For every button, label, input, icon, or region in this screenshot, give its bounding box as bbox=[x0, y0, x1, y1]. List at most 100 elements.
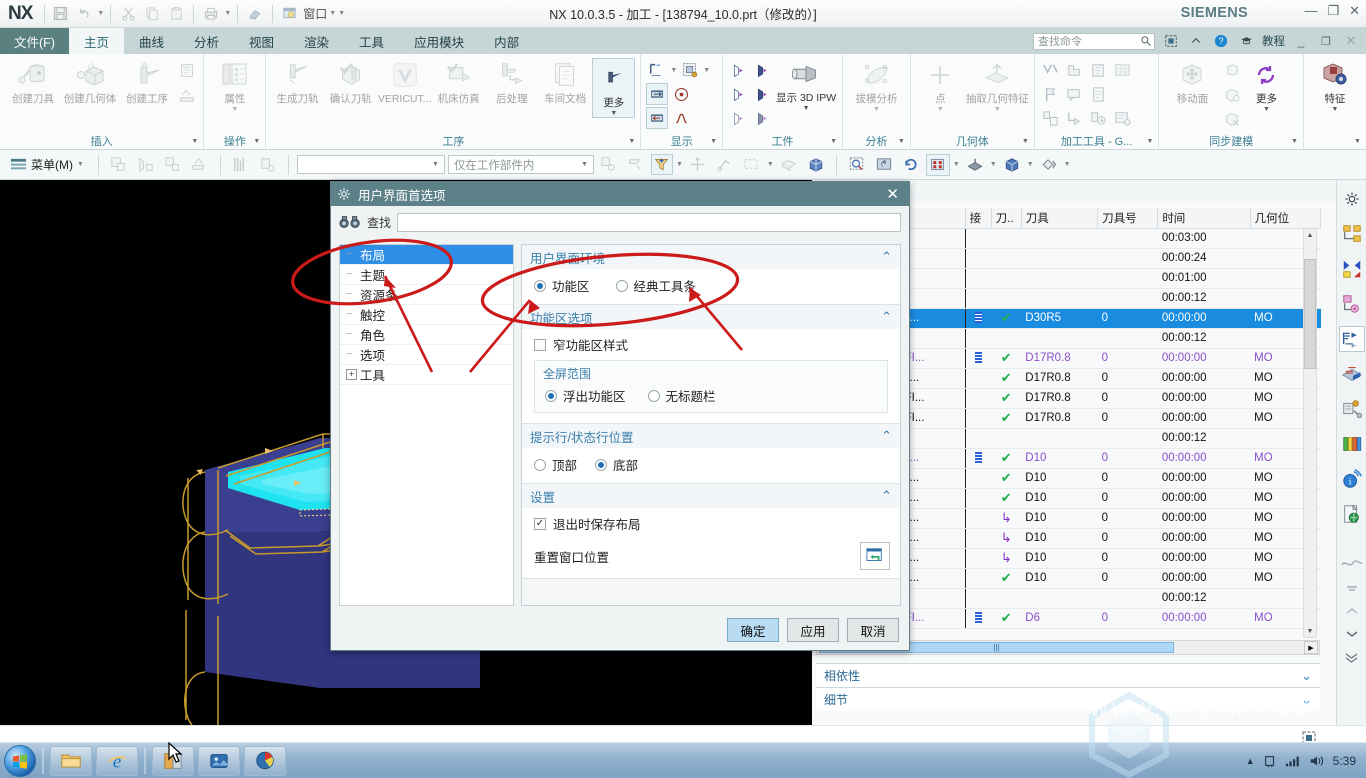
chevron-down-icon[interactable]: ▼ bbox=[994, 106, 1001, 113]
tab-internal[interactable]: 内部 bbox=[479, 28, 534, 54]
taskbar-clock[interactable]: 5:39 bbox=[1333, 754, 1356, 768]
reuse-library-icon[interactable] bbox=[1339, 361, 1365, 387]
window-controls[interactable]: — ❐ ✕ bbox=[1304, 4, 1360, 17]
display-ipw-dropdown-icon[interactable]: ▼ bbox=[703, 67, 710, 74]
check-geometry-icon[interactable] bbox=[1040, 59, 1062, 81]
restore-button[interactable]: ❐ bbox=[1327, 4, 1339, 17]
ribbon-button-feature[interactable]: 特征 ▼ bbox=[1309, 58, 1361, 113]
radio-top[interactable]: 顶部 bbox=[534, 455, 577, 474]
undo-icon[interactable] bbox=[73, 3, 95, 25]
create-tool-group-icon[interactable] bbox=[134, 154, 158, 176]
col-transfer[interactable]: 接 bbox=[964, 208, 992, 229]
chevron-down-icon[interactable]: ▼ bbox=[937, 106, 944, 113]
create-method-group-icon[interactable] bbox=[188, 154, 212, 176]
zoom-fit-icon[interactable] bbox=[845, 154, 869, 176]
orientation-dropdown-icon[interactable]: ▼ bbox=[1027, 161, 1034, 168]
show-hidden-icon[interactable]: ▲ bbox=[1246, 756, 1255, 766]
ribbon-button-point[interactable]: 点 ▼ bbox=[916, 58, 965, 113]
tree-item-1[interactable]: ┄ 布局 bbox=[340, 245, 513, 265]
scope-filter-combo[interactable]: 仅在工作部件内 ▼ bbox=[447, 155, 594, 174]
chevron-down-icon[interactable]: ▼ bbox=[1332, 106, 1339, 113]
select-feature-icon[interactable] bbox=[597, 154, 621, 176]
display-dropdown-icon[interactable]: ▼ bbox=[670, 67, 677, 74]
expand-icon[interactable]: + bbox=[346, 369, 357, 380]
tool-settings-icon[interactable] bbox=[1112, 107, 1134, 129]
ribbon-button-create-geometry[interactable]: 创建几何体 bbox=[62, 58, 118, 106]
tree-item-4[interactable]: ┄ 触控 bbox=[340, 305, 513, 325]
group-expander-icon[interactable]: ▼ bbox=[628, 138, 635, 145]
cut-face-icon[interactable] bbox=[1221, 84, 1243, 106]
col-toolpath[interactable]: 刀.. bbox=[990, 208, 1022, 229]
operation-navigator-icon[interactable] bbox=[1338, 326, 1365, 352]
system-materials-icon[interactable] bbox=[1339, 431, 1365, 457]
shaded-body-icon[interactable] bbox=[804, 154, 828, 176]
ribbon-button-machine-sim[interactable]: 机床仿真 bbox=[433, 58, 485, 106]
minimize-button[interactable]: — bbox=[1304, 4, 1317, 17]
chevron-up-icon[interactable]: ⌃ bbox=[881, 309, 892, 325]
create-program-group-icon[interactable] bbox=[107, 154, 131, 176]
tree-item-7[interactable]: + 工具 bbox=[340, 365, 513, 385]
close-icon[interactable]: ✕ bbox=[882, 187, 903, 202]
taskbar-item-explorer[interactable] bbox=[50, 745, 92, 776]
ribbon-button-generate-toolpath[interactable]: 生成刀轨 bbox=[271, 58, 323, 106]
blank-geometry-icon[interactable] bbox=[1088, 59, 1110, 81]
part-geometry-icon[interactable] bbox=[1064, 59, 1086, 81]
visualization-dropdown-icon[interactable]: ▼ bbox=[1064, 161, 1071, 168]
dependencies-section[interactable]: 相依性 ⌄ bbox=[816, 663, 1320, 687]
machine-tool-view-icon[interactable] bbox=[256, 154, 280, 176]
select-mode-dropdown-icon[interactable]: ▼ bbox=[767, 161, 774, 168]
create-program-icon[interactable] bbox=[176, 60, 198, 82]
col-tool[interactable]: 刀具 bbox=[1020, 208, 1099, 229]
visualization-icon[interactable] bbox=[1037, 154, 1061, 176]
ribbon-button-more-operations[interactable]: 更多 ▼ bbox=[592, 58, 636, 118]
group-expander-icon[interactable]: ▼ bbox=[710, 138, 717, 145]
fit-view-icon[interactable] bbox=[925, 153, 950, 176]
selection-filter-icon[interactable] bbox=[650, 154, 673, 175]
snap-point-icon[interactable] bbox=[713, 154, 737, 176]
checkbox-narrow-ribbon[interactable]: 窄功能区样式 bbox=[522, 329, 900, 358]
tab-view[interactable]: 视图 bbox=[234, 28, 289, 54]
delete-face-icon[interactable] bbox=[1221, 108, 1243, 130]
chevron-up-icon[interactable]: ⌃ bbox=[881, 428, 892, 444]
web-browser-icon[interactable]: i bbox=[1339, 466, 1365, 492]
tree-item-5[interactable]: ┄ 角色 bbox=[340, 325, 513, 345]
create-method-icon[interactable] bbox=[176, 84, 198, 106]
scroll-down-icon[interactable]: ▼ bbox=[1304, 625, 1316, 637]
chevron-down-icon[interactable]: ⌄ bbox=[1301, 692, 1312, 708]
chevron-down-icon[interactable]: ▼ bbox=[803, 105, 810, 112]
tab-render[interactable]: 渲染 bbox=[289, 28, 344, 54]
show-thin-ipw2-icon[interactable] bbox=[728, 83, 750, 105]
section-header[interactable]: 提示行/状态行位置 ⌃ bbox=[522, 424, 900, 448]
group-expander-icon[interactable]: ▼ bbox=[898, 138, 905, 145]
tutorial-label[interactable]: 教程 bbox=[1262, 33, 1285, 49]
ribbon-button-create-tool[interactable]: 创建刀具 bbox=[5, 58, 61, 106]
eraser-icon[interactable] bbox=[244, 3, 266, 25]
reverse-toolpath-icon[interactable] bbox=[646, 107, 669, 129]
replay-toolpath-icon[interactable] bbox=[646, 83, 669, 105]
history-icon[interactable] bbox=[1339, 501, 1365, 527]
col-geometry[interactable]: 几何位 bbox=[1249, 208, 1322, 229]
document-icon[interactable] bbox=[1088, 83, 1110, 105]
network-icon[interactable] bbox=[1263, 754, 1277, 768]
chevron-down-icon[interactable]: ▼ bbox=[578, 161, 591, 168]
undo-dropdown-icon[interactable]: ▼ bbox=[97, 10, 104, 17]
show-thin-ipw3-icon[interactable] bbox=[728, 107, 750, 129]
pan-icon[interactable] bbox=[872, 154, 896, 176]
create-geometry-group-icon[interactable] bbox=[161, 154, 185, 176]
rail-down-icon[interactable] bbox=[1339, 627, 1365, 641]
full-screen-icon[interactable] bbox=[1162, 32, 1180, 50]
group-expander-icon[interactable]: ▼ bbox=[191, 138, 198, 145]
doc-restore-button[interactable]: ❐ bbox=[1317, 32, 1335, 50]
print-dropdown-icon[interactable]: ▼ bbox=[224, 10, 231, 17]
quick-access-toolbar[interactable]: ▼ ▼ 窗口 ▼ ▼ bbox=[49, 3, 345, 25]
tab-analysis[interactable]: 分析 bbox=[179, 28, 234, 54]
collapse-rail-icon[interactable] bbox=[1339, 581, 1365, 595]
chevron-down-icon[interactable]: ⌄ bbox=[1301, 668, 1312, 684]
close-button[interactable]: ✕ bbox=[1349, 4, 1360, 17]
orientation-icon[interactable] bbox=[1000, 154, 1024, 176]
chevron-up-icon[interactable]: ⌃ bbox=[881, 249, 892, 265]
solid-body-icon[interactable] bbox=[777, 154, 801, 176]
ribbon-button-extract-geometry[interactable]: 抽取几何特征 ▼ bbox=[966, 58, 1029, 113]
print-icon[interactable] bbox=[200, 3, 222, 25]
tool-path-transform-icon[interactable] bbox=[1064, 107, 1086, 129]
